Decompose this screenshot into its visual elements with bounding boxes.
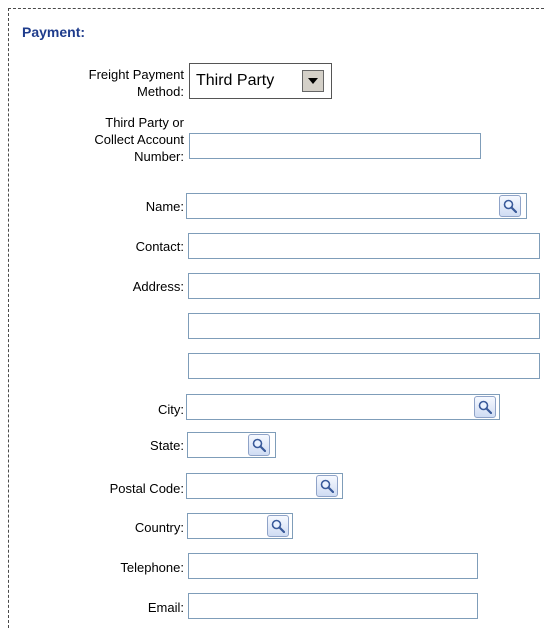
address-line2-input[interactable] — [188, 313, 540, 339]
state-lookup-button[interactable] — [248, 434, 270, 456]
freight-method-select[interactable]: Third Party — [189, 63, 332, 99]
name-lookup-button[interactable] — [499, 195, 521, 217]
city-label: City: — [158, 402, 184, 417]
telephone-input[interactable] — [188, 553, 478, 579]
email-input[interactable] — [188, 593, 478, 619]
freight-method-label: Freight Payment Method: — [89, 66, 184, 100]
telephone-label: Telephone: — [120, 560, 184, 575]
contact-input[interactable] — [188, 233, 540, 259]
state-label: State: — [150, 438, 184, 453]
account-number-input[interactable] — [189, 133, 481, 159]
search-icon — [252, 438, 266, 452]
city-input[interactable] — [186, 394, 500, 420]
section-title: Payment: — [22, 24, 86, 40]
contact-label: Contact: — [135, 239, 184, 254]
postal-code-label: Postal Code: — [109, 481, 184, 496]
search-icon — [478, 400, 492, 414]
postal-code-lookup-button[interactable] — [316, 475, 338, 497]
freight-method-label-line1: Freight Payment — [88, 67, 184, 82]
dropdown-arrow-icon[interactable] — [302, 70, 324, 92]
section-frame-top — [8, 8, 544, 9]
address-line1-input[interactable] — [188, 273, 540, 299]
address-label: Address: — [132, 279, 184, 294]
section-frame-left — [8, 8, 9, 628]
name-label: Name: — [145, 199, 184, 214]
address-line3-input[interactable] — [188, 353, 540, 379]
email-label: Email: — [147, 600, 184, 615]
freight-method-selected-value: Third Party — [196, 72, 275, 89]
account-number-label-line1: Third Party or — [105, 115, 184, 130]
city-lookup-button[interactable] — [474, 396, 496, 418]
search-icon — [320, 479, 334, 493]
country-lookup-button[interactable] — [267, 515, 289, 537]
search-icon — [503, 199, 517, 213]
search-icon — [271, 519, 285, 533]
account-number-label-line3: Number: — [134, 149, 184, 164]
account-number-label: Third Party or Collect Account Number: — [94, 114, 184, 165]
account-number-label-line2: Collect Account — [94, 132, 184, 147]
freight-method-label-line2: Method: — [137, 84, 184, 99]
country-label: Country: — [134, 520, 184, 535]
name-input[interactable] — [186, 193, 527, 219]
